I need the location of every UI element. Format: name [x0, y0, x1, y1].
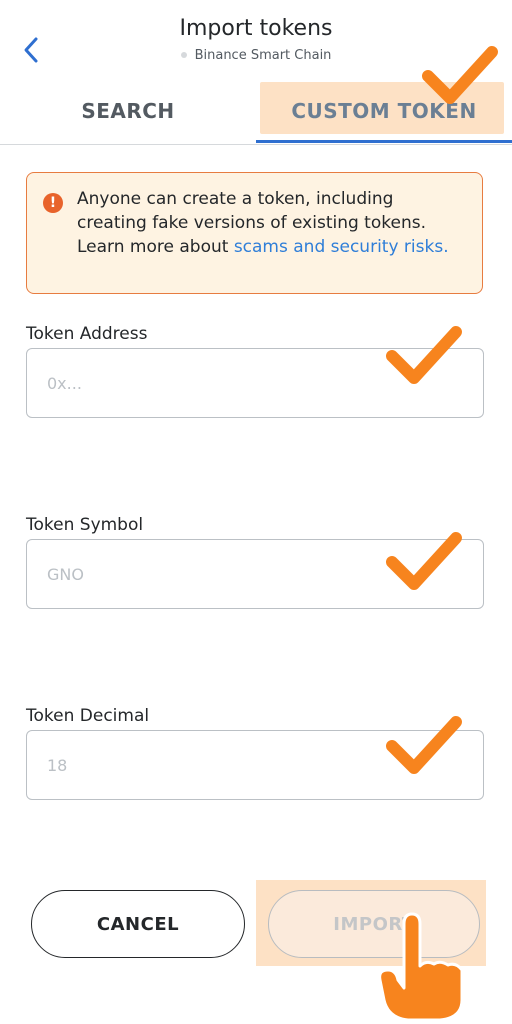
- network-name: Binance Smart Chain: [0, 48, 512, 63]
- tab-custom-token[interactable]: CUSTOM TOKEN: [256, 80, 512, 142]
- network-dot-icon: [180, 51, 187, 58]
- network-label: Binance Smart Chain: [194, 48, 332, 63]
- tab-search-label: SEARCH: [81, 99, 175, 123]
- tab-bar: SEARCH CUSTOM TOKEN: [0, 80, 512, 145]
- scams-security-link[interactable]: scams and security risks.: [234, 237, 449, 257]
- header: Import tokens Binance Smart Chain: [0, 0, 512, 78]
- token-symbol-label: Token Symbol: [26, 515, 144, 535]
- token-address-input[interactable]: [26, 348, 484, 418]
- cancel-button[interactable]: CANCEL: [31, 890, 245, 958]
- active-tab-indicator: [256, 140, 512, 143]
- token-symbol-input[interactable]: [26, 539, 484, 609]
- warning-icon: !: [43, 193, 63, 213]
- token-decimal-input[interactable]: [26, 730, 484, 800]
- tab-search[interactable]: SEARCH: [0, 80, 256, 142]
- warning-banner: ! Anyone can create a token, including c…: [26, 172, 483, 294]
- token-address-label: Token Address: [26, 324, 148, 344]
- token-decimal-label: Token Decimal: [26, 706, 150, 726]
- tab-custom-token-label: CUSTOM TOKEN: [291, 99, 477, 123]
- page-title: Import tokens: [179, 16, 333, 41]
- import-button[interactable]: IMPORT: [268, 890, 480, 958]
